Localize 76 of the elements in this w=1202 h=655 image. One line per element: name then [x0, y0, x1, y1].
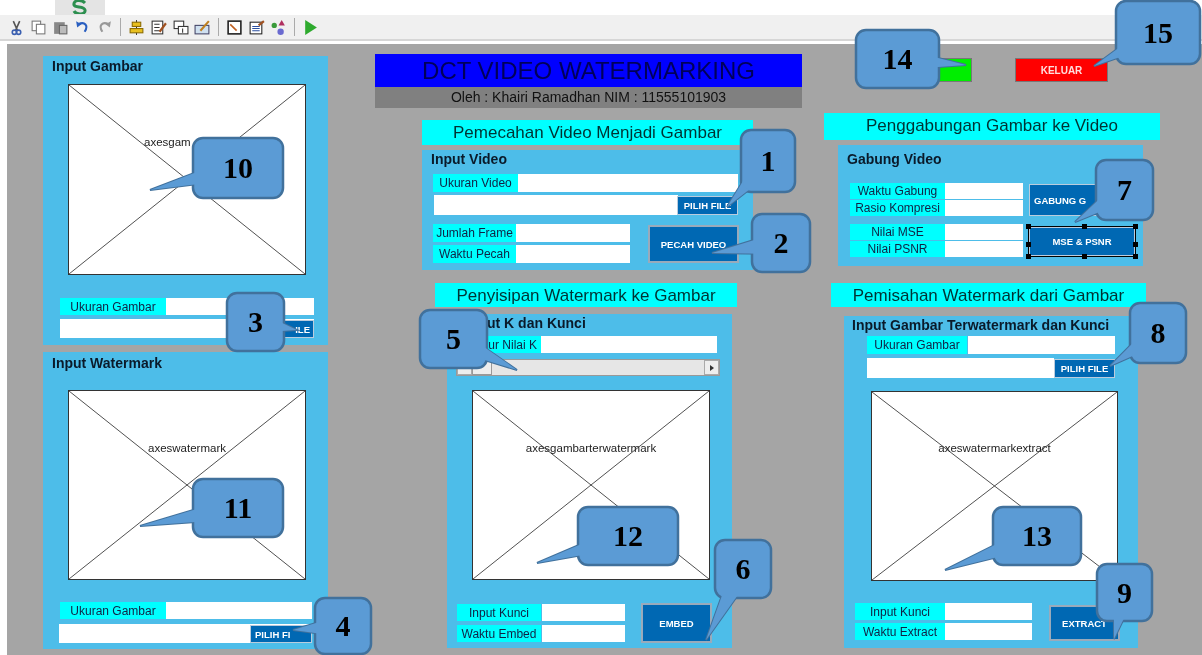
exit-button[interactable]: KELUAR	[1015, 58, 1108, 82]
file-path-field[interactable]	[434, 195, 678, 215]
scissors-icon[interactable]	[8, 18, 25, 36]
value-field[interactable]	[516, 245, 630, 263]
panel-title: Input Gambar	[52, 58, 144, 76]
field-label: Waktu Gabung	[850, 183, 945, 199]
value-field[interactable]	[542, 625, 625, 642]
callout-number: 11	[223, 491, 253, 524]
panel-title: Gabung Video	[847, 151, 943, 168]
value-field[interactable]	[945, 224, 1023, 240]
field-label: Ukuran Gambar	[867, 336, 967, 354]
value-field[interactable]	[542, 604, 625, 621]
field-label: Jumlah Frame	[433, 224, 516, 242]
size-field[interactable]	[968, 336, 1115, 354]
split-video-button[interactable]: PECAH VIDEO	[648, 225, 739, 263]
field-label: Nilai MSE	[850, 224, 945, 240]
app-title: DCT VIDEO WATERMARKING	[375, 54, 802, 87]
callout-number: 4	[335, 609, 351, 642]
callout-number: 13	[1022, 519, 1052, 552]
axes-label: axesgambarterwatermark	[524, 442, 658, 454]
copy-icon[interactable]	[30, 18, 47, 36]
shapes-icon[interactable]	[270, 18, 287, 36]
author-subtitle: Oleh : Khairi Ramadhan NIM : 11555101903	[375, 87, 802, 108]
axes-label: axeswatermark	[147, 442, 227, 454]
panel-title: Input Gambar Terwatermark dan Kunci	[852, 317, 1111, 334]
value-field[interactable]	[945, 241, 1023, 257]
file-path-field[interactable]	[867, 358, 1054, 378]
run-icon[interactable]	[302, 18, 319, 36]
callout-number: 12	[613, 519, 643, 552]
choose-file-button[interactable]: PILIH FILE	[1054, 359, 1115, 378]
callout-number: 2	[773, 226, 789, 259]
value-field[interactable]	[945, 200, 1023, 216]
field-label: Ukuran Gambar	[60, 298, 166, 315]
axes-label: axeswatermarkextract	[937, 442, 1052, 454]
section-heading: Pemecahan Video Menjadi Gambar	[422, 120, 753, 145]
pencil-board-icon[interactable]	[194, 18, 211, 36]
callout-number: 14	[882, 42, 913, 75]
callout-number: 15	[1143, 15, 1173, 49]
field-label: Nilai PSNR	[850, 241, 945, 257]
panel-title: Input Video	[431, 151, 508, 168]
callout-number: 5	[446, 322, 461, 355]
field-label: Input Kunci	[457, 604, 541, 621]
value-field[interactable]	[945, 623, 1032, 640]
document-icon[interactable]	[248, 18, 265, 36]
mse-psnr-button[interactable]: MSE & PSNR	[1029, 227, 1135, 256]
callout-number: 3	[248, 305, 263, 338]
value-field[interactable]	[945, 603, 1032, 620]
field-label: Input Kunci	[855, 603, 945, 620]
section-heading: Pemisahan Watermark dari Gambar	[831, 283, 1146, 307]
field-label: Ukuran Video	[433, 174, 518, 192]
choose-file-button[interactable]: PILIH FI	[250, 625, 312, 643]
callout-number: 10	[223, 151, 253, 184]
notepad-icon[interactable]	[226, 18, 243, 36]
embed-button[interactable]: EMBED	[641, 603, 712, 643]
size-field[interactable]	[166, 602, 312, 619]
callout-number: 1	[760, 144, 776, 177]
section-heading: Penyisipan Watermark ke Gambar	[435, 283, 737, 307]
section-heading: Penggabungan Gambar ke Video	[824, 113, 1160, 140]
size-field[interactable]	[518, 174, 738, 192]
k-value-field[interactable]	[541, 336, 717, 353]
callout-number: 8	[1150, 316, 1166, 349]
field-label: Waktu Pecah	[433, 245, 516, 263]
align-icon[interactable]	[128, 18, 145, 36]
document-pen-icon[interactable]	[150, 18, 167, 36]
k-slider[interactable]	[456, 359, 720, 376]
field-label: Rasio Kompresi	[850, 200, 945, 216]
callout-number: 6	[735, 552, 751, 585]
panel-title: Input Watermark	[52, 355, 163, 373]
field-label: Waktu Extract	[855, 623, 945, 640]
field-label: Waktu Embed	[457, 625, 541, 642]
callout-number: 9	[1117, 575, 1132, 609]
axes-label: axesgam	[144, 136, 191, 148]
field-label: Ukuran Gambar	[60, 602, 166, 619]
value-field[interactable]	[516, 224, 630, 242]
panel-title: ut K dan Kunci	[487, 315, 587, 332]
value-field[interactable]	[945, 183, 1023, 199]
